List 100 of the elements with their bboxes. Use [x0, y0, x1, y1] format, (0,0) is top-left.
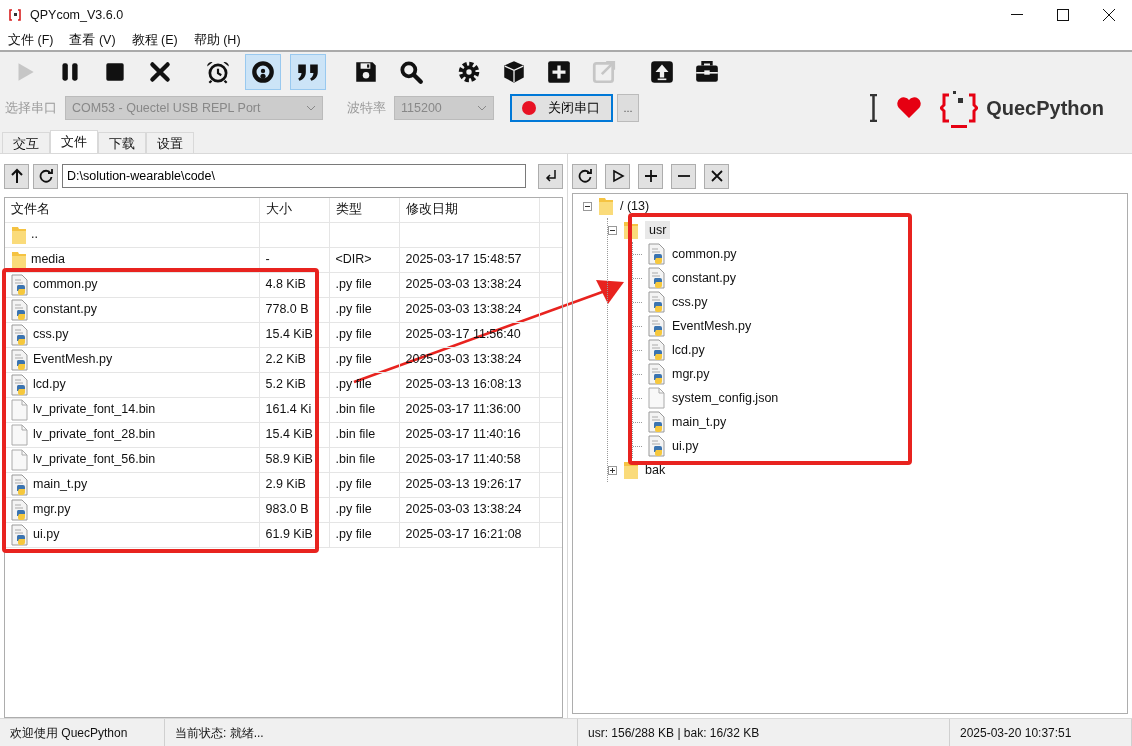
python-file-icon	[11, 273, 29, 296]
file-icon	[11, 423, 29, 446]
python-file-icon	[11, 473, 29, 496]
file-name: mgr.py	[33, 501, 71, 519]
python-file-icon	[11, 523, 29, 546]
window-title: QPYcom_V3.6.0	[30, 6, 124, 24]
tree-item[interactable]: common.py	[672, 244, 737, 264]
python-file-icon	[648, 435, 666, 457]
tab[interactable]: 文件	[50, 130, 98, 153]
folder-icon	[11, 249, 27, 270]
type-cell: .bin file	[329, 422, 399, 447]
type-cell: .py file	[329, 372, 399, 397]
file-name: lv_private_font_56.bin	[33, 451, 156, 469]
python-file-icon	[11, 498, 29, 521]
add-icon	[546, 59, 572, 85]
date-cell: 2025-03-13 16:08:13	[399, 372, 539, 397]
alarm-clock-icon	[205, 59, 231, 85]
heart-icon	[896, 97, 923, 119]
type-cell: .bin file	[329, 397, 399, 422]
tree-item[interactable]: ui.py	[672, 436, 699, 456]
size-cell: 778.0 B	[259, 297, 329, 322]
tree-item[interactable]: mgr.py	[672, 364, 710, 384]
file-name: css.py	[33, 326, 69, 344]
menu-item[interactable]: 文件 (F)	[4, 30, 58, 50]
tree-item[interactable]: usr	[645, 220, 671, 240]
file-name: media	[31, 251, 66, 269]
up-button[interactable]	[4, 163, 29, 189]
size-cell: 15.4 KiB	[259, 422, 329, 447]
toolbar-button[interactable]	[290, 54, 326, 90]
date-cell: 2025-03-17 16:21:08	[399, 522, 539, 547]
tab[interactable]: 设置	[146, 132, 194, 153]
chevron-down-icon	[477, 105, 487, 111]
column-header[interactable]: 类型	[329, 198, 399, 222]
play-icon	[610, 169, 625, 183]
size-cell: 5.2 KiB	[259, 372, 329, 397]
enter-button[interactable]	[538, 163, 563, 189]
file-name: lv_private_font_28.bin	[33, 426, 156, 444]
python-file-icon	[648, 243, 666, 265]
baud-label: 波特率	[347, 99, 386, 117]
refresh-button[interactable]	[33, 163, 58, 189]
date-cell: 2025-03-13 19:26:17	[399, 472, 539, 497]
folder-icon	[11, 224, 27, 245]
run-button[interactable]	[605, 163, 630, 189]
add-icon	[643, 169, 658, 183]
add-button[interactable]	[638, 163, 663, 189]
toolbox-icon	[694, 59, 720, 85]
delete-button[interactable]	[704, 163, 729, 189]
path-field[interactable]: D:\solution-wearable\code\	[62, 164, 526, 188]
menu-item[interactable]: 查看 (V)	[65, 30, 120, 50]
tree-item[interactable]: lcd.py	[672, 340, 705, 360]
search-icon	[398, 59, 424, 85]
date-cell: 2025-03-17 11:40:16	[399, 422, 539, 447]
tree-item[interactable]: bak	[645, 460, 666, 480]
upload-icon	[649, 59, 675, 85]
tree-item[interactable]: main_t.py	[672, 412, 727, 432]
date-cell: 2025-03-17 11:36:00	[399, 397, 539, 422]
size-cell: 61.9 KiB	[259, 522, 329, 547]
python-file-icon	[648, 339, 666, 361]
python-file-icon	[648, 315, 666, 337]
app-logo-icon	[8, 8, 22, 22]
type-cell: .py file	[329, 297, 399, 322]
menu-item[interactable]: 教程 (E)	[127, 30, 182, 50]
refresh-icon	[577, 169, 592, 183]
remove-button[interactable]	[671, 163, 696, 189]
column-header[interactable]: 文件名	[5, 198, 259, 222]
size-cell: 983.0 B	[259, 497, 329, 522]
python-file-icon	[648, 411, 666, 433]
status-text: 当前状态: 就绪...	[175, 724, 264, 742]
type-cell: .py file	[329, 472, 399, 497]
expand-icon[interactable]	[608, 465, 617, 475]
type-cell: .py file	[329, 322, 399, 347]
toolbar-button[interactable]	[245, 54, 281, 90]
size-cell: 58.9 KiB	[259, 447, 329, 472]
menu-item[interactable]: 帮助 (H)	[189, 30, 245, 50]
tree-item[interactable]: / (13)	[620, 196, 650, 216]
python-file-icon	[11, 373, 29, 396]
file-name: common.py	[33, 276, 98, 294]
refresh-button[interactable]	[572, 163, 597, 189]
collapse-icon[interactable]	[583, 201, 592, 211]
tab[interactable]: 交互	[2, 132, 50, 153]
tree-item[interactable]: EventMesh.py	[672, 316, 752, 336]
file-name: main_t.py	[33, 476, 88, 494]
column-header[interactable]: 大小	[259, 198, 329, 222]
collapse-icon[interactable]	[608, 225, 617, 235]
text-cursor-icon	[869, 94, 879, 122]
size-cell: 2.2 KiB	[259, 347, 329, 372]
python-file-icon	[648, 291, 666, 313]
date-cell: 2025-03-17 11:40:58	[399, 447, 539, 472]
maximize-icon	[1057, 9, 1069, 21]
tree-item[interactable]: system_config.json	[672, 388, 779, 408]
file-icon	[648, 387, 666, 409]
tab[interactable]: 下载	[98, 132, 146, 153]
tree-item[interactable]: css.py	[672, 292, 708, 312]
size-cell: 4.8 KiB	[259, 272, 329, 297]
status-text: 欢迎使用 QuecPython	[10, 724, 128, 742]
file-name: lcd.py	[33, 376, 66, 394]
column-header[interactable]: 修改日期	[399, 198, 539, 222]
size-cell: 15.4 KiB	[259, 322, 329, 347]
tree-item[interactable]: constant.py	[672, 268, 736, 288]
date-cell: 2025-03-17 15:48:57	[399, 247, 539, 272]
